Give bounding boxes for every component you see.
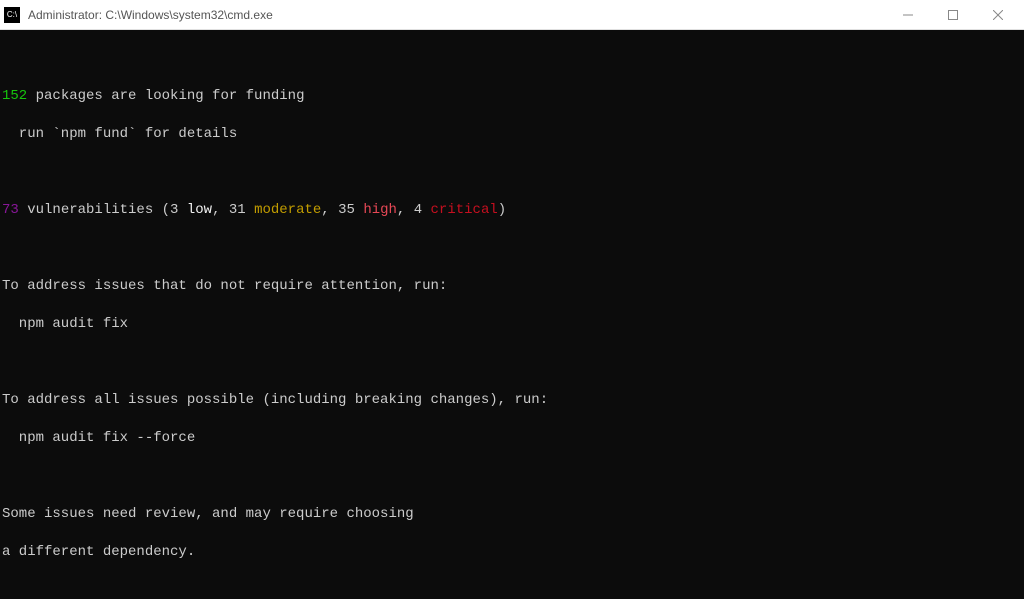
maximize-button[interactable] (930, 0, 975, 30)
titlebar: C:\ Administrator: C:\Windows\system32\c… (0, 0, 1024, 30)
window-controls (885, 0, 1020, 30)
funding-line2: run `npm fund` for details (2, 125, 1022, 144)
funding-line1: 152 packages are looking for funding (2, 87, 1022, 106)
address-line1: To address issues that do not require at… (2, 277, 1022, 296)
review-line2: a different dependency. (2, 543, 1022, 562)
review-line1: Some issues need review, and may require… (2, 505, 1022, 524)
terminal-body[interactable]: 152 packages are looking for funding run… (0, 30, 1024, 599)
address-line2: To address all issues possible (includin… (2, 391, 1022, 410)
fix-line1: npm audit fix (2, 315, 1022, 334)
vulnerabilities-line: 73 vulnerabilities (3 low, 31 moderate, … (2, 201, 1022, 220)
minimize-button[interactable] (885, 0, 930, 30)
window-title: Administrator: C:\Windows\system32\cmd.e… (28, 8, 885, 22)
close-button[interactable] (975, 0, 1020, 30)
fix-line2: npm audit fix --force (2, 429, 1022, 448)
cmd-icon: C:\ (4, 7, 20, 23)
